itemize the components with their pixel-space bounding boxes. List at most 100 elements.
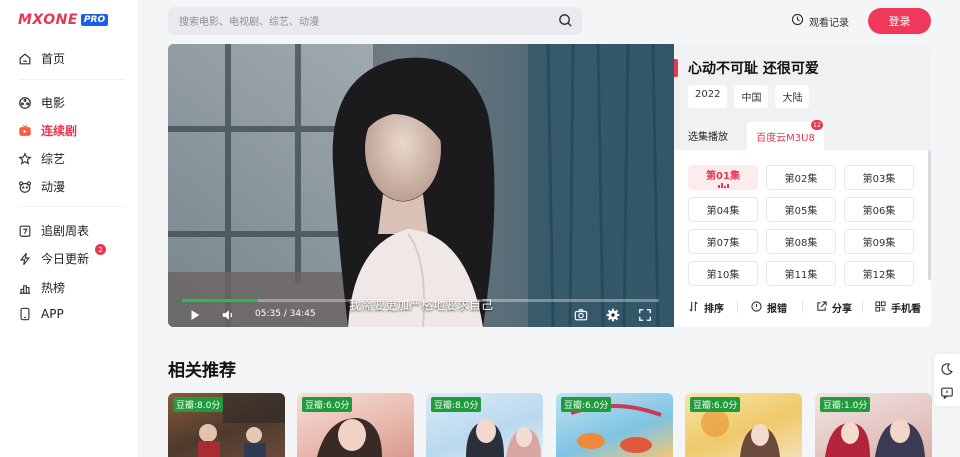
sidebar-item-label: 热榜 <box>41 281 66 295</box>
episode-button[interactable]: 第02集 <box>766 165 836 190</box>
volume-icon[interactable] <box>220 307 236 323</box>
search-bar[interactable]: 搜索电影、电视剧、综艺、动漫 <box>168 7 582 35</box>
divider <box>18 206 126 207</box>
feedback-icon[interactable] <box>940 385 954 400</box>
rating-badge: 豆瓣:1.0分 <box>820 397 871 412</box>
episode-button[interactable]: 第10集 <box>688 261 758 286</box>
fullscreen-icon[interactable] <box>637 307 653 323</box>
sidebar-item-app[interactable]: APP <box>18 307 64 321</box>
sidebar-item-anime[interactable]: 动漫 <box>18 178 65 195</box>
mobile-button[interactable]: 手机看 <box>875 300 921 315</box>
sidebar-item-movie[interactable]: 电影 <box>18 94 65 111</box>
source-count-badge: 12 <box>811 120 823 130</box>
episode-button[interactable]: 第01集 <box>688 165 758 190</box>
sidebar-item-label: 连续剧 <box>41 124 78 138</box>
share-button[interactable]: 分享 <box>816 300 852 315</box>
related-card[interactable]: 豆瓣:6.0分 <box>297 393 414 457</box>
episode-button[interactable]: 第06集 <box>844 197 914 222</box>
time-display: 05:35 / 34:45 <box>255 309 316 319</box>
playing-icon <box>717 183 729 188</box>
show-title: 心动不可耻 还很可爱 <box>688 61 819 77</box>
rating-badge: 豆瓣:6.0分 <box>302 397 353 412</box>
history-label: 观看记录 <box>809 17 849 29</box>
episode-button[interactable]: 第09集 <box>844 229 914 254</box>
logo[interactable]: MXONE PRO <box>18 12 109 28</box>
tv-icon <box>18 124 32 138</box>
episode-button[interactable]: 第07集 <box>688 229 758 254</box>
divider <box>737 301 738 313</box>
sidebar-item-schedule[interactable]: 追剧周表 <box>18 222 89 239</box>
sidebar-item-variety[interactable]: 综艺 <box>18 150 65 167</box>
play-icon[interactable] <box>187 307 203 323</box>
episode-button[interactable]: 第04集 <box>688 197 758 222</box>
camera-icon[interactable] <box>573 307 589 323</box>
tab-episodes[interactable]: 选集播放 <box>688 128 728 143</box>
history-link[interactable]: 观看记录 <box>791 13 849 29</box>
search-input[interactable]: 搜索电影、电视剧、综艺、动漫 <box>179 13 319 28</box>
alert-icon <box>751 300 762 315</box>
video-frame <box>168 44 674 327</box>
logo-text: MXONE <box>18 12 78 28</box>
phone-icon <box>18 307 32 321</box>
progress-fill <box>182 299 259 302</box>
share-icon <box>816 300 827 315</box>
settings-icon[interactable] <box>605 307 621 323</box>
sidebar-item-label: 今日更新 <box>41 252 90 266</box>
tag-region[interactable]: 大陆 <box>775 85 810 108</box>
title-accent <box>674 59 678 77</box>
divider <box>802 301 803 313</box>
episode-button[interactable]: 第08集 <box>766 229 836 254</box>
sidebar-item-label: 追剧周表 <box>41 224 90 238</box>
film-reel-icon <box>18 96 32 110</box>
sidebar-item-home[interactable]: 首页 <box>18 50 65 67</box>
episode-grid: 第01集 第02集 第03集 第04集 第05集 第06集 第07集 第08集 … <box>688 165 914 286</box>
sidebar-item-label: 电影 <box>41 96 66 110</box>
search-icon[interactable] <box>558 13 573 28</box>
lightning-icon <box>18 252 32 266</box>
sidebar-item-today[interactable]: 今日更新 <box>18 250 89 267</box>
bear-icon <box>18 180 32 194</box>
related-title: 相关推荐 <box>168 361 236 381</box>
sidebar-item-label: APP <box>41 307 64 321</box>
report-label: 报错 <box>767 304 787 315</box>
sort-label: 排序 <box>704 304 724 315</box>
episode-button[interactable]: 第05集 <box>766 197 836 222</box>
sidebar-item-series[interactable]: 连续剧 <box>18 122 77 139</box>
login-button[interactable]: 登录 <box>868 8 931 34</box>
sort-button[interactable]: 排序 <box>688 300 724 315</box>
rating-badge: 豆瓣:8.0分 <box>173 397 224 412</box>
rating-badge: 豆瓣:6.0分 <box>561 397 612 412</box>
tag-country[interactable]: 中国 <box>734 85 769 108</box>
logo-badge: PRO <box>80 14 109 26</box>
sidebar-item-ranking[interactable]: 热榜 <box>18 279 65 296</box>
tag-year[interactable]: 2022 <box>688 85 728 108</box>
tag-list: 2022 中国 大陆 <box>688 85 810 108</box>
rating-badge: 豆瓣:8.0分 <box>431 397 482 412</box>
progress-bar[interactable] <box>182 299 659 302</box>
sidebar-item-label: 动漫 <box>41 180 66 194</box>
related-card[interactable]: 豆瓣:6.0分 <box>556 393 673 457</box>
rating-badge: 豆瓣:6.0分 <box>690 397 741 412</box>
sidebar-item-label: 首页 <box>41 52 66 66</box>
divider <box>862 301 863 313</box>
calendar-icon <box>18 224 32 238</box>
sidebar-item-label: 综艺 <box>41 152 66 166</box>
related-card[interactable]: 豆瓣:8.0分 <box>168 393 285 457</box>
report-button[interactable]: 报错 <box>751 300 787 315</box>
sidebar: MXONE PRO 首页 电影 连续剧 综艺 动漫 追剧周表 今日更新 2 热榜… <box>0 0 138 457</box>
related-card[interactable]: 豆瓣:1.0分 <box>815 393 932 457</box>
episode-button[interactable]: 第12集 <box>844 261 914 286</box>
bar-chart-icon <box>18 281 32 295</box>
episode-panel: 心动不可耻 还很可爱 2022 中国 大陆 选集播放 百度云M3U8 12 第0… <box>674 44 931 327</box>
update-count-badge: 2 <box>95 244 106 255</box>
episode-label: 第01集 <box>706 171 740 182</box>
home-icon <box>18 52 32 66</box>
sort-icon <box>688 301 699 315</box>
episode-button[interactable]: 第11集 <box>766 261 836 286</box>
related-card[interactable]: 豆瓣:6.0分 <box>685 393 802 457</box>
scrollbar[interactable] <box>928 150 931 280</box>
moon-icon[interactable] <box>940 361 954 375</box>
video-player[interactable]: 我需要更加严格地要求自己 05:35 / 34:45 <box>168 44 674 327</box>
episode-button[interactable]: 第03集 <box>844 165 914 190</box>
related-card[interactable]: 豆瓣:8.0分 <box>426 393 543 457</box>
